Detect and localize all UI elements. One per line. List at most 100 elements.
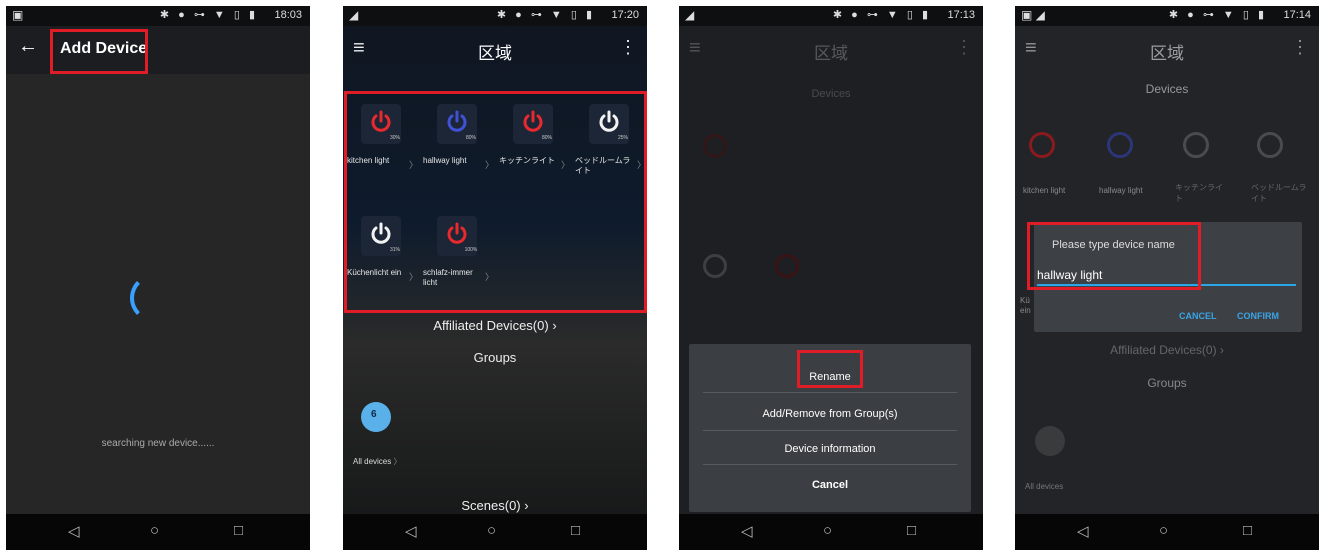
power-button[interactable]: 31% [361, 216, 401, 256]
brightness-percent: 100% [464, 247, 478, 253]
power-button[interactable]: 100% [437, 216, 477, 256]
chevron-right-icon: 〉 [393, 457, 402, 466]
location-icon: ◢ [349, 8, 359, 22]
devices-heading: Devices [1145, 82, 1189, 96]
brightness-percent: 80% [465, 135, 476, 141]
power-button[interactable]: 30% [361, 104, 401, 144]
chevron-right-icon: 〉 [485, 160, 495, 170]
nav-recent-icon[interactable]: □ [1243, 522, 1252, 539]
scenes-label: Scenes(0) [461, 498, 521, 513]
device-card[interactable]: 80% キッチンライト 〉 [499, 104, 571, 204]
more-options-icon[interactable]: ⋮ [619, 37, 637, 58]
nav-home-icon[interactable]: ○ [150, 522, 159, 539]
devices-heading: Devices [811, 88, 851, 100]
scenes-link[interactable]: Scenes(0) › [343, 498, 647, 513]
device-card[interactable]: 30% kitchen light 〉 [347, 104, 419, 204]
chevron-right-icon: › [552, 318, 557, 333]
power-icon [1107, 132, 1133, 158]
rename-dialog: Please type device name hallway light CA… [1034, 222, 1302, 332]
device-name: hallway light [1099, 186, 1143, 195]
power-icon [703, 134, 727, 158]
device-card[interactable]: 80% hallway light 〉 [423, 104, 495, 204]
device-name-input[interactable]: hallway light [1037, 264, 1296, 286]
rename-option[interactable]: Rename [689, 371, 971, 383]
chevron-right-icon: › [1219, 343, 1224, 357]
screen-device-options: ◢ ✱ ● ⊶ ▼ ▯ ▮ 17:13 ≡ 区域 ⋮ Devices Renam… [679, 6, 983, 550]
device-name: hallway light [423, 156, 467, 165]
page-title: Add Device [60, 40, 148, 57]
page-title: 区域 [478, 44, 512, 63]
confirm-button[interactable]: CONFIRM [1237, 311, 1279, 321]
nav-back-icon[interactable]: ◁ [405, 522, 417, 540]
cancel-button[interactable]: CANCEL [1179, 311, 1217, 321]
device-name: ベッドルームライト [575, 156, 631, 175]
nav-back-icon[interactable]: ◁ [1077, 522, 1089, 540]
status-icons: ✱ ● ⊶ ▼ ▯ ▮ [496, 9, 595, 21]
power-icon [371, 222, 391, 244]
system-nav-bar: ◁ ○ □ [679, 514, 983, 550]
app-bar: ≡ 区域 ⋮ [1015, 26, 1319, 74]
all-devices-label[interactable]: All devices [1025, 482, 1063, 491]
system-nav-bar: ◁ ○ □ [343, 514, 647, 550]
nav-recent-icon[interactable]: □ [571, 522, 580, 539]
chevron-right-icon: 〉 [485, 272, 495, 282]
power-button[interactable]: 80% [437, 104, 477, 144]
divider [703, 430, 957, 431]
bulb-group-icon[interactable]: 6 [361, 402, 391, 432]
chevron-right-icon: › [524, 498, 529, 513]
nav-back-icon[interactable]: ◁ [68, 522, 80, 540]
nav-home-icon[interactable]: ○ [823, 522, 832, 539]
nav-recent-icon[interactable]: □ [907, 522, 916, 539]
device-name: キッチンライト [499, 156, 555, 165]
device-name: キッチンライト [1175, 183, 1223, 203]
affiliated-devices-link[interactable]: Affiliated Devices(0) › [1015, 343, 1319, 357]
power-button[interactable]: 80% [513, 104, 553, 144]
nav-back-icon[interactable]: ◁ [741, 522, 753, 540]
affiliated-devices-link[interactable]: Affiliated Devices(0) › [343, 318, 647, 333]
chevron-right-icon: 〉 [409, 272, 419, 282]
nav-home-icon[interactable]: ○ [487, 522, 496, 539]
more-options-icon[interactable]: ⋮ [1291, 37, 1309, 58]
device-information-option[interactable]: Device information [689, 443, 971, 455]
notification-icon: ▣ [12, 8, 24, 22]
power-icon [1029, 132, 1055, 158]
device-card[interactable]: 31% Küchenlicht ein 〉 [347, 216, 419, 316]
device-options-menu: Rename Add/Remove from Group(s) Device i… [689, 344, 971, 512]
cancel-option[interactable]: Cancel [689, 479, 971, 491]
more-options-icon[interactable]: ⋮ [955, 37, 973, 58]
back-arrow-icon[interactable]: ← [18, 35, 38, 58]
power-icon [1257, 132, 1283, 158]
nav-recent-icon[interactable]: □ [234, 522, 243, 539]
bulb-group-icon[interactable] [1035, 426, 1065, 456]
brightness-percent: 80% [541, 135, 552, 141]
screen-area-devices: ◢ ✱ ● ⊶ ▼ ▯ ▮ 17:20 ≡ 区域 ⋮ 30% kitchen l… [343, 6, 647, 550]
status-bar: ◢ ✱ ● ⊶ ▼ ▯ ▮ 17:20 [343, 6, 647, 26]
device-card[interactable]: 100% schlafz-immer licht 〉 [423, 216, 495, 316]
system-nav-bar: ◁ ○ □ [1015, 514, 1319, 550]
affiliated-devices-label: Affiliated Devices(0) [433, 318, 549, 333]
location-icon: ◢ [685, 8, 695, 22]
status-icons: ✱ ● ⊶ ▼ ▯ ▮ [832, 9, 931, 21]
power-button[interactable]: 25% [589, 104, 629, 144]
searching-status: searching new device...... [101, 438, 215, 449]
brightness-percent: 31% [389, 247, 400, 253]
status-time: 17:20 [611, 9, 639, 21]
loading-spinner [130, 274, 178, 322]
add-remove-group-option[interactable]: Add/Remove from Group(s) [689, 408, 971, 420]
all-devices-text: All devices [353, 457, 392, 466]
status-time: 17:13 [947, 9, 975, 21]
device-name: Küchenlicht ein [347, 268, 402, 277]
screen-add-device: ▣ ✱ ● ⊶ ▼ ▯ ▮ 18:03 ← Add Device searchi… [6, 6, 310, 550]
app-bar: ≡ 区域 ⋮ [679, 26, 983, 74]
divider [703, 464, 957, 465]
power-icon [447, 222, 467, 244]
brightness-percent: 30% [389, 135, 400, 141]
nav-home-icon[interactable]: ○ [1159, 522, 1168, 539]
dialog-title: Please type device name [1052, 239, 1175, 251]
device-card[interactable]: 25% ベッドルームライト 〉 [575, 104, 647, 204]
status-icons: ✱ ● ⊶ ▼ ▯ ▮ [1168, 9, 1267, 21]
device-name: kitchen light [1023, 186, 1066, 195]
device-name: Kü [1020, 296, 1030, 305]
all-devices-label[interactable]: All devices 〉 [353, 456, 401, 467]
affiliated-devices-label: Affiliated Devices(0) [1110, 343, 1217, 357]
